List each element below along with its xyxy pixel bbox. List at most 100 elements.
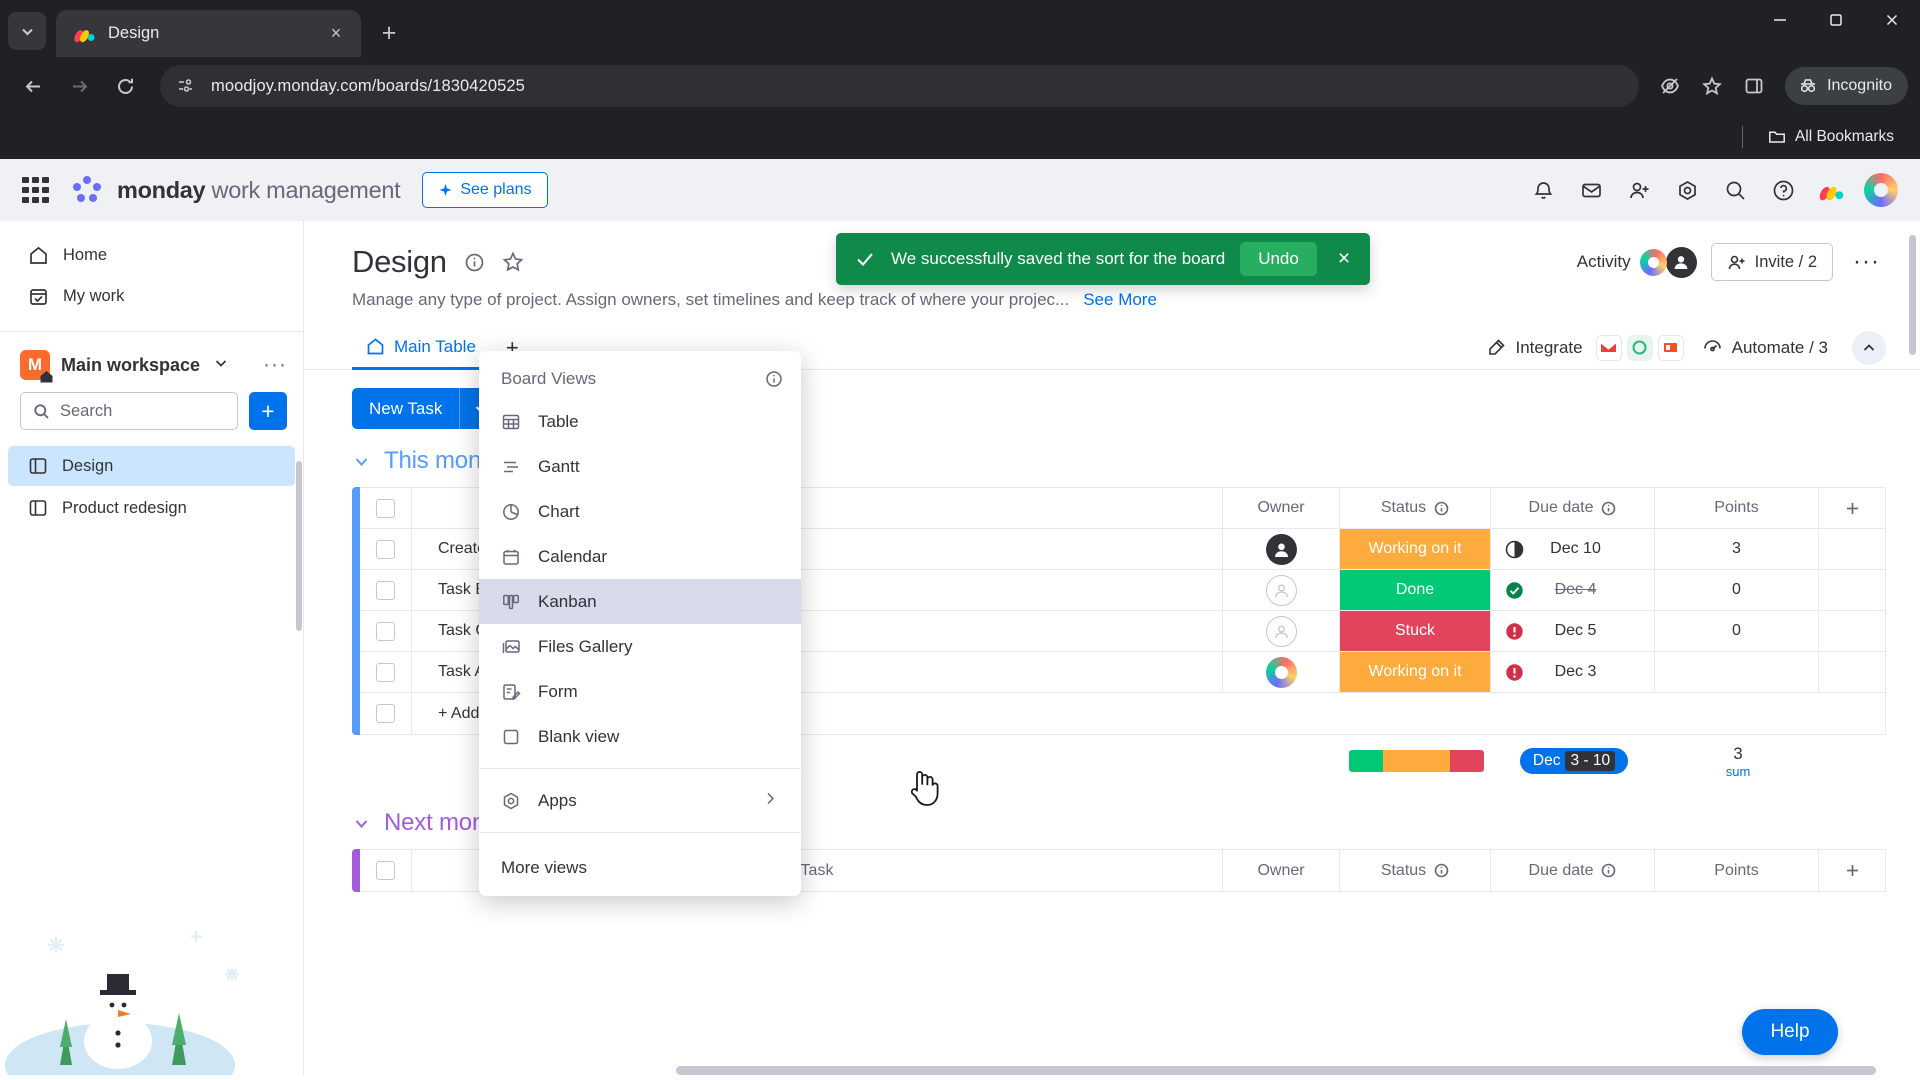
window-close-button[interactable]: [1864, 0, 1920, 40]
apps-marketplace-icon[interactable]: [1666, 169, 1708, 211]
cell-owner[interactable]: [1223, 652, 1340, 692]
search-icon[interactable]: [1714, 169, 1756, 211]
cell-points[interactable]: 0: [1655, 611, 1819, 651]
info-icon[interactable]: [1601, 501, 1616, 516]
row-checkbox[interactable]: [376, 704, 395, 723]
add-board-button[interactable]: +: [249, 392, 287, 430]
inbox-icon[interactable]: [1570, 169, 1612, 211]
workspace-selector[interactable]: M Main workspace ···: [0, 332, 303, 392]
tab-main-table[interactable]: Main Table: [352, 326, 490, 370]
cell-owner[interactable]: [1223, 611, 1340, 651]
info-icon[interactable]: [1434, 501, 1449, 516]
more-views-button[interactable]: More views: [479, 842, 801, 896]
group-collapse-icon[interactable]: [352, 452, 371, 471]
column-header-status[interactable]: Status: [1340, 850, 1491, 891]
column-header-status[interactable]: Status: [1340, 488, 1491, 528]
add-column-button[interactable]: [1819, 488, 1885, 528]
forward-button[interactable]: [58, 65, 100, 107]
search-input[interactable]: Search: [20, 392, 238, 430]
group-collapse-icon[interactable]: [352, 814, 371, 833]
cell-points[interactable]: 0: [1655, 570, 1819, 610]
summary-status-bar[interactable]: [1341, 735, 1492, 787]
dropdown-item-apps[interactable]: Apps: [479, 778, 801, 823]
dropdown-item-gantt[interactable]: Gantt: [479, 444, 801, 489]
dropdown-item-table[interactable]: Table: [479, 399, 801, 444]
select-all-checkbox[interactable]: [376, 498, 395, 518]
cell-status[interactable]: Working on it: [1340, 529, 1491, 569]
tracking-protection-icon[interactable]: [1651, 67, 1689, 105]
column-header-due-date[interactable]: Due date: [1491, 850, 1655, 891]
monday-brand[interactable]: monday work management: [72, 176, 401, 204]
info-icon[interactable]: [1601, 863, 1616, 878]
incognito-indicator[interactable]: Incognito: [1785, 67, 1908, 105]
invite-button[interactable]: Invite / 2: [1710, 243, 1834, 281]
activity-button[interactable]: Activity: [1577, 246, 1697, 278]
cell-status[interactable]: Stuck: [1340, 611, 1491, 651]
info-icon[interactable]: [765, 370, 783, 388]
invite-member-icon[interactable]: [1618, 169, 1660, 211]
help-icon[interactable]: [1762, 169, 1804, 211]
dropdown-item-kanban[interactable]: Kanban: [479, 579, 801, 624]
column-header-points[interactable]: Points: [1655, 850, 1819, 891]
main-scrollbar-horizontal[interactable]: [676, 1066, 1876, 1075]
row-checkbox[interactable]: [376, 539, 395, 559]
select-all-checkbox[interactable]: [376, 861, 395, 880]
board-info-icon[interactable]: [464, 252, 485, 273]
cell-due-date[interactable]: Dec 10: [1491, 529, 1655, 569]
column-header-due-date[interactable]: Due date: [1491, 488, 1655, 528]
automate-button[interactable]: Automate / 3: [1702, 337, 1828, 358]
cell-owner[interactable]: [1223, 529, 1340, 569]
sidebar-item-my-work[interactable]: My work: [8, 276, 295, 317]
side-panel-icon[interactable]: [1735, 67, 1773, 105]
see-more-link[interactable]: See More: [1083, 290, 1157, 310]
column-header-owner[interactable]: Owner: [1223, 850, 1340, 891]
tab-search-dropdown-button[interactable]: [8, 12, 46, 50]
tab-close-icon[interactable]: ×: [323, 21, 349, 47]
dropdown-item-files-gallery[interactable]: Files Gallery: [479, 624, 801, 669]
bookmark-star-icon[interactable]: [1693, 67, 1731, 105]
apps-grid-icon[interactable]: [22, 176, 49, 204]
browser-tab[interactable]: Design ×: [56, 10, 361, 57]
sidebar-item-product-redesign[interactable]: Product redesign: [8, 488, 295, 528]
row-checkbox[interactable]: [376, 621, 395, 641]
dropdown-item-blank-view[interactable]: Blank view: [479, 714, 801, 759]
summary-date-cell[interactable]: Dec 3 - 10: [1492, 735, 1656, 787]
outlook-icon[interactable]: [1657, 334, 1684, 361]
slack-icon[interactable]: [1626, 334, 1653, 361]
main-scrollbar-vertical[interactable]: [1909, 235, 1916, 355]
integrate-button[interactable]: Integrate: [1486, 334, 1684, 361]
info-icon[interactable]: [1434, 863, 1449, 878]
cell-status[interactable]: Done: [1340, 570, 1491, 610]
collapse-header-button[interactable]: [1852, 330, 1886, 365]
reload-button[interactable]: [104, 65, 146, 107]
new-tab-button[interactable]: +: [370, 14, 408, 52]
sidebar-scrollbar[interactable]: [296, 461, 302, 631]
user-avatar[interactable]: [1864, 173, 1898, 207]
row-checkbox[interactable]: [376, 662, 395, 682]
favorite-star-icon[interactable]: [502, 251, 524, 273]
row-checkbox[interactable]: [376, 580, 395, 600]
back-button[interactable]: [12, 65, 54, 107]
cell-due-date[interactable]: Dec 5: [1491, 611, 1655, 651]
monday-logo-small-icon[interactable]: [1810, 169, 1852, 211]
cell-due-date[interactable]: Dec 4: [1491, 570, 1655, 610]
gmail-icon[interactable]: [1595, 334, 1622, 361]
site-info-icon[interactable]: [176, 76, 197, 97]
cell-points[interactable]: [1655, 652, 1819, 692]
all-bookmarks-button[interactable]: All Bookmarks: [1760, 123, 1902, 151]
summary-points-cell[interactable]: 3 sum: [1656, 735, 1820, 787]
window-minimize-button[interactable]: [1752, 0, 1808, 40]
sidebar-item-home[interactable]: Home: [8, 235, 295, 276]
cell-points[interactable]: 3: [1655, 529, 1819, 569]
workspace-more-icon[interactable]: ···: [263, 353, 287, 377]
column-header-owner[interactable]: Owner: [1223, 488, 1340, 528]
cell-due-date[interactable]: Dec 3: [1491, 652, 1655, 692]
window-maximize-button[interactable]: [1808, 0, 1864, 40]
dropdown-item-chart[interactable]: Chart: [479, 489, 801, 534]
cell-owner[interactable]: [1223, 570, 1340, 610]
cell-status[interactable]: Working on it: [1340, 652, 1491, 692]
dropdown-item-calendar[interactable]: Calendar: [479, 534, 801, 579]
help-button[interactable]: Help: [1742, 1009, 1838, 1055]
undo-button[interactable]: Undo: [1240, 242, 1317, 276]
toast-close-icon[interactable]: ×: [1332, 247, 1356, 271]
